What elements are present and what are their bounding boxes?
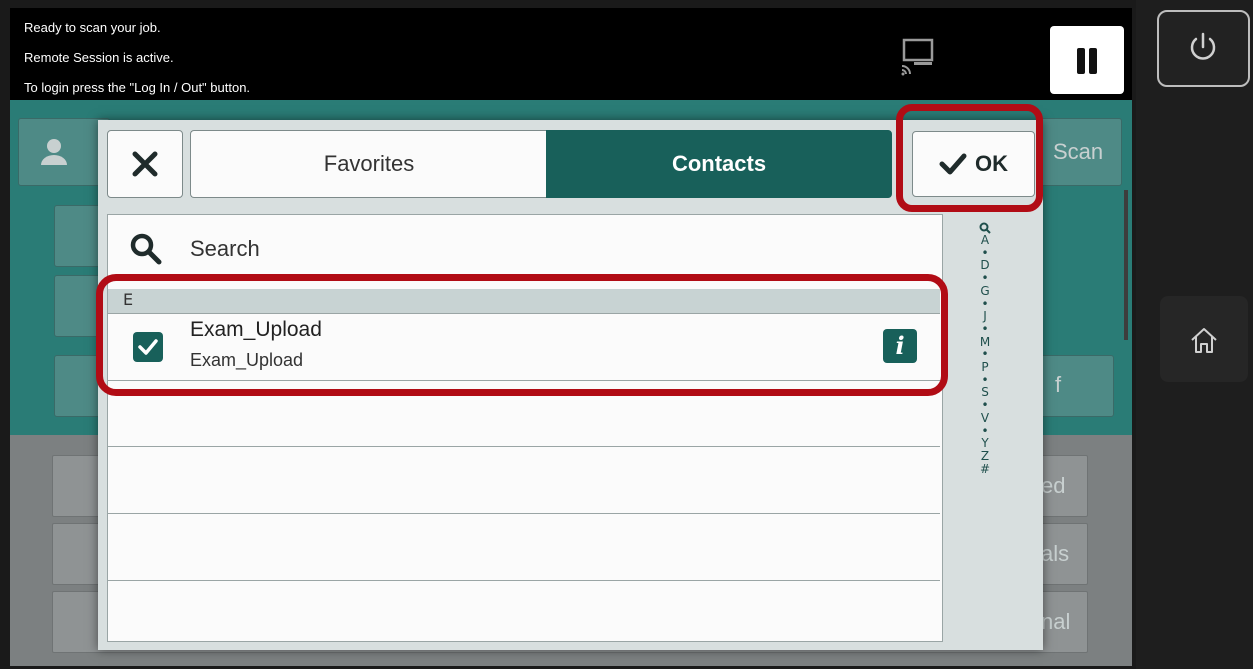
close-button[interactable]: [107, 130, 183, 198]
power-button[interactable]: [1157, 10, 1250, 87]
search-icon: [130, 233, 162, 265]
background-tile: f: [1040, 355, 1114, 417]
remote-session-icon: [901, 38, 934, 76]
index-letter[interactable]: Z: [981, 450, 989, 463]
ok-button-highlight: [896, 104, 1043, 212]
background-card-label: als: [1041, 541, 1070, 566]
home-button[interactable]: [1160, 296, 1248, 382]
background-tile-label: f: [1055, 372, 1062, 397]
user-icon: [41, 139, 67, 165]
home-icon: [1191, 328, 1217, 353]
list-divider: [108, 513, 940, 514]
index-dot: •: [981, 271, 989, 286]
tab-favorites-label: Favorites: [323, 151, 415, 176]
list-divider: [108, 580, 940, 581]
background-card-label: ed: [1041, 473, 1066, 498]
search-label: Search: [190, 236, 260, 261]
index-letter[interactable]: G: [980, 285, 989, 298]
index-dot: •: [981, 321, 989, 336]
index-dot: •: [981, 398, 989, 413]
background-scan-tile: Scan: [1040, 118, 1122, 186]
background-scan-label: Scan: [1053, 139, 1104, 164]
contact-row-highlight: [96, 274, 948, 396]
background-scrollbar: [1124, 190, 1128, 340]
background-card-label: nal: [1041, 609, 1071, 634]
index-letter[interactable]: #: [980, 462, 990, 476]
tab-contacts-label: Contacts: [671, 151, 767, 176]
alphabet-index[interactable]: A • D • G • J • M • P • S • V • Y Z #: [968, 222, 1002, 475]
tab-contacts[interactable]: Contacts: [546, 130, 892, 198]
status-message-1: Ready to scan your job.: [24, 20, 161, 35]
pause-button[interactable]: [1050, 26, 1124, 94]
index-letter[interactable]: A: [981, 234, 989, 247]
tab-favorites[interactable]: Favorites: [190, 130, 547, 198]
status-message-3: To login press the "Log In / Out" button…: [24, 80, 251, 95]
status-bar: Ready to scan your job. Remote Session i…: [10, 8, 1132, 100]
close-icon: [132, 151, 158, 177]
power-icon: [1190, 32, 1216, 60]
background-user-tile: [18, 118, 110, 186]
index-letter[interactable]: P: [981, 361, 988, 374]
list-divider: [108, 446, 940, 447]
status-message-2: Remote Session is active.: [24, 50, 174, 65]
index-letter[interactable]: V: [981, 412, 989, 425]
